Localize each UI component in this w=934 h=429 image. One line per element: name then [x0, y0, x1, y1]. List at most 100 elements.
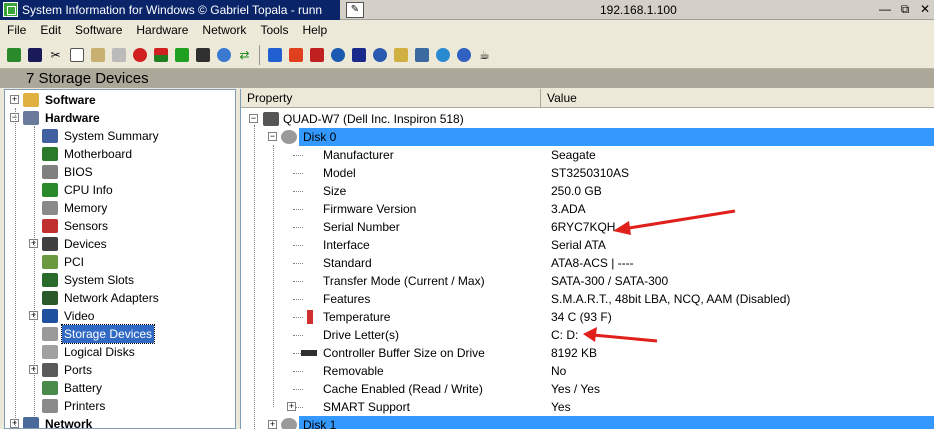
edit-icon[interactable] — [265, 45, 284, 64]
collapse-toggle[interactable]: − — [268, 132, 277, 141]
property-row[interactable]: Serial Number 6RYC7KQH — [241, 218, 934, 236]
tree-item-system-slots[interactable]: System Slots — [42, 271, 136, 289]
menu-file[interactable]: File — [0, 21, 33, 40]
stop-icon[interactable] — [130, 45, 149, 64]
expand-toggle[interactable]: + — [287, 402, 296, 411]
tree-item-pci[interactable]: PCI — [42, 253, 86, 271]
settings-icon[interactable] — [370, 45, 389, 64]
tree-item-devices[interactable]: Devices — [42, 235, 109, 253]
column-header: Property Value — [241, 89, 934, 108]
tree-item-label: Ports — [64, 363, 93, 377]
minimize-button[interactable]: — — [876, 1, 894, 18]
tree-item-motherboard[interactable]: Motherboard — [42, 145, 134, 163]
navigation-tree[interactable]: + Software − Hardware System Summary Motherbo… — [4, 89, 236, 429]
transfer-icon[interactable]: ⇄ — [235, 45, 254, 64]
property-name: Serial Number — [323, 220, 400, 234]
property-name: Manufacturer — [323, 148, 394, 162]
network-icon[interactable] — [412, 45, 431, 64]
close-button[interactable]: ✕ — [916, 1, 934, 18]
web-icon[interactable] — [433, 45, 452, 64]
tree-item-label: CPU Info — [64, 183, 113, 197]
help-icon[interactable] — [454, 45, 473, 64]
property-row[interactable]: Standard ATA8-ACS | ---- — [241, 254, 934, 272]
chart-icon[interactable] — [172, 45, 191, 64]
shield-icon[interactable] — [349, 45, 368, 64]
disk-label: Disk 1 — [303, 418, 337, 429]
property-name: Cache Enabled (Read / Write) — [323, 382, 483, 396]
tree-item-battery[interactable]: Battery — [42, 379, 104, 397]
property-value: 6RYC7KQH — [551, 220, 616, 234]
tree-item-ports[interactable]: Ports — [42, 361, 94, 379]
expand-toggle[interactable]: + — [10, 95, 19, 104]
restore-button[interactable]: ⧉ — [896, 1, 914, 18]
expand-toggle[interactable]: + — [268, 420, 277, 429]
tree-guide-line — [293, 173, 303, 174]
globe-icon[interactable] — [214, 45, 233, 64]
services-icon[interactable] — [307, 45, 326, 64]
property-row[interactable]: Drive Letter(s) C: D: — [241, 326, 934, 344]
property-value: No — [551, 364, 567, 378]
pin-icon[interactable]: ✎ — [346, 2, 364, 18]
report-icon[interactable] — [151, 45, 170, 64]
disk-drive-icon — [281, 130, 297, 144]
memory-icon — [42, 201, 58, 215]
menu-network[interactable]: Network — [195, 21, 253, 40]
column-value[interactable]: Value — [541, 89, 934, 108]
menu-tools[interactable]: Tools — [253, 21, 295, 40]
save-icon[interactable] — [25, 45, 44, 64]
collapse-toggle[interactable]: − — [249, 114, 258, 123]
property-row[interactable]: Controller Buffer Size on Drive 8192 KB — [241, 344, 934, 362]
tree-item-memory[interactable]: Memory — [42, 199, 109, 217]
property-row[interactable]: Firmware Version 3.ADA — [241, 200, 934, 218]
property-value: Yes / Yes — [551, 382, 600, 396]
chip-icon[interactable] — [193, 45, 212, 64]
menu-hardware[interactable]: Hardware — [129, 21, 195, 40]
copy-icon[interactable] — [67, 45, 86, 64]
disk-label: Disk 0 — [303, 130, 337, 144]
property-row[interactable]: Manufacturer Seagate — [241, 146, 934, 164]
monitor-icon — [42, 309, 58, 323]
property-row[interactable]: Features S.M.A.R.T., 48bit LBA, NCQ, AAM … — [241, 290, 934, 308]
tree-item-video[interactable]: Video — [42, 307, 96, 325]
tree-item-label: Printers — [64, 399, 106, 413]
tree-item-label: Network Adapters — [64, 291, 159, 305]
tree-item-storage-devices[interactable]: Storage Devices — [42, 324, 156, 344]
property-row[interactable]: Size 250.0 GB — [241, 182, 934, 200]
paste-icon[interactable] — [88, 45, 107, 64]
print-icon[interactable] — [109, 45, 128, 64]
tree-item-network[interactable]: Network — [23, 415, 94, 428]
property-name: Temperature — [323, 310, 391, 324]
menu-software[interactable]: Software — [68, 21, 129, 40]
property-row[interactable]: Temperature 34 C (93 F) — [241, 308, 934, 326]
property-row[interactable]: Model ST3250310AS — [241, 164, 934, 182]
calendar-icon[interactable] — [391, 45, 410, 64]
disk-row[interactable]: Disk 0 — [299, 128, 934, 146]
tree-item-sensors[interactable]: Sensors — [42, 217, 110, 235]
property-row[interactable]: Interface Serial ATA — [241, 236, 934, 254]
tree-item-network-adapters[interactable]: Network Adapters — [42, 289, 161, 307]
column-property[interactable]: Property — [241, 89, 541, 108]
disk-row[interactable]: Disk 1 — [299, 416, 934, 429]
refresh-icon[interactable] — [328, 45, 347, 64]
menu-help[interactable]: Help — [295, 21, 334, 40]
power-icon[interactable] — [286, 45, 305, 64]
property-row[interactable]: + SMART Support Yes — [241, 398, 934, 416]
tree-item-system-summary[interactable]: System Summary — [42, 127, 161, 145]
tree-item-logical-disks[interactable]: Logical Disks — [42, 343, 137, 361]
app-title-text: System Information for Windows © Gabriel… — [22, 3, 323, 17]
property-value: C: D: — [551, 328, 579, 342]
property-row[interactable]: Cache Enabled (Read / Write) Yes / Yes — [241, 380, 934, 398]
computer-row[interactable]: − QUAD-W7 (Dell Inc. Inspiron 518) — [241, 110, 934, 128]
coffee-icon[interactable]: ☕ — [475, 45, 494, 64]
tree-item-printers[interactable]: Printers — [42, 397, 107, 415]
app-title-tab[interactable]: System Information for Windows © Gabriel… — [0, 0, 340, 20]
menu-edit[interactable]: Edit — [33, 21, 68, 40]
tree-item-cpu-info[interactable]: CPU Info — [42, 181, 115, 199]
tree-item-hardware[interactable]: Hardware — [23, 109, 102, 127]
exit-icon[interactable] — [4, 45, 23, 64]
property-row[interactable]: Removable No — [241, 362, 934, 380]
tree-item-bios[interactable]: BIOS — [42, 163, 95, 181]
property-row[interactable]: Transfer Mode (Current / Max) SATA-300 / … — [241, 272, 934, 290]
tree-item-software[interactable]: Software — [23, 91, 98, 109]
cut-icon[interactable]: ✂ — [46, 45, 65, 64]
